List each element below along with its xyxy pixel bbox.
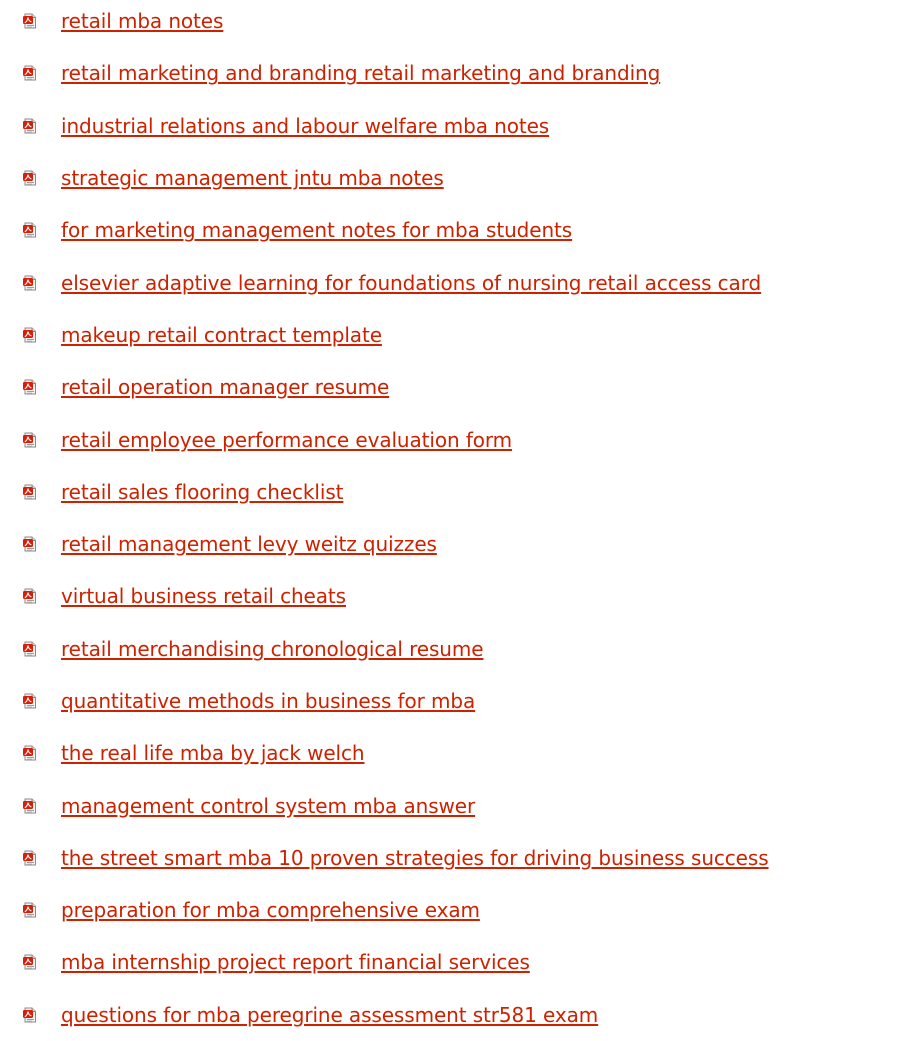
list-item: mba internship project report financial … <box>0 936 898 988</box>
document-link[interactable]: retail marketing and branding retail mar… <box>61 61 660 85</box>
document-link[interactable]: retail sales flooring checklist <box>61 480 343 504</box>
list-item: retail management levy weitz quizzes <box>0 518 898 570</box>
document-list: retail mba notes retail marketing and br… <box>0 0 898 1041</box>
list-item: makeup retail contract template <box>0 309 898 361</box>
document-link[interactable]: strategic management jntu mba notes <box>61 166 444 190</box>
document-link[interactable]: retail operation manager resume <box>61 375 389 399</box>
document-link[interactable]: for marketing management notes for mba s… <box>61 218 572 242</box>
document-link[interactable]: retail management levy weitz quizzes <box>61 532 437 556</box>
pdf-file-icon <box>22 850 38 866</box>
pdf-file-icon <box>22 275 38 291</box>
list-item: for marketing management notes for mba s… <box>0 204 898 256</box>
pdf-file-icon <box>22 118 38 134</box>
pdf-file-icon <box>22 693 38 709</box>
document-link[interactable]: industrial relations and labour welfare … <box>61 114 549 138</box>
document-link[interactable]: management control system mba answer <box>61 794 475 818</box>
pdf-file-icon <box>22 536 38 552</box>
document-link[interactable]: the real life mba by jack welch <box>61 741 365 765</box>
document-link[interactable]: mba internship project report financial … <box>61 950 530 974</box>
list-item: retail marketing and branding retail mar… <box>0 47 898 99</box>
list-item: questions for mba peregrine assessment s… <box>0 989 898 1041</box>
pdf-file-icon <box>22 745 38 761</box>
document-link[interactable]: retail mba notes <box>61 9 223 33</box>
list-item: retail mba notes <box>0 0 898 47</box>
list-item: retail merchandising chronological resum… <box>0 623 898 675</box>
pdf-file-icon <box>22 902 38 918</box>
pdf-file-icon <box>22 222 38 238</box>
list-item: elsevier adaptive learning for foundatio… <box>0 256 898 308</box>
list-item: retail sales flooring checklist <box>0 466 898 518</box>
document-link[interactable]: retail employee performance evaluation f… <box>61 428 512 452</box>
document-link[interactable]: quantitative methods in business for mba <box>61 689 475 713</box>
pdf-file-icon <box>22 641 38 657</box>
list-item: industrial relations and labour welfare … <box>0 100 898 152</box>
document-link[interactable]: virtual business retail cheats <box>61 584 346 608</box>
list-item: the street smart mba 10 proven strategie… <box>0 832 898 884</box>
list-item: retail employee performance evaluation f… <box>0 413 898 465</box>
list-item: retail operation manager resume <box>0 361 898 413</box>
pdf-file-icon <box>22 327 38 343</box>
list-item: the real life mba by jack welch <box>0 727 898 779</box>
list-item: strategic management jntu mba notes <box>0 152 898 204</box>
list-item: preparation for mba comprehensive exam <box>0 884 898 936</box>
pdf-file-icon <box>22 170 38 186</box>
pdf-file-icon <box>22 432 38 448</box>
pdf-file-icon <box>22 484 38 500</box>
pdf-file-icon <box>22 13 38 29</box>
pdf-file-icon <box>22 65 38 81</box>
pdf-file-icon <box>22 954 38 970</box>
list-item: virtual business retail cheats <box>0 570 898 622</box>
document-link[interactable]: questions for mba peregrine assessment s… <box>61 1003 598 1027</box>
pdf-file-icon <box>22 798 38 814</box>
document-link[interactable]: elsevier adaptive learning for foundatio… <box>61 271 761 295</box>
document-link[interactable]: retail merchandising chronological resum… <box>61 637 484 661</box>
document-link[interactable]: preparation for mba comprehensive exam <box>61 898 480 922</box>
pdf-file-icon <box>22 1007 38 1023</box>
list-item: management control system mba answer <box>0 779 898 831</box>
pdf-file-icon <box>22 379 38 395</box>
document-link[interactable]: the street smart mba 10 proven strategie… <box>61 846 769 870</box>
document-link[interactable]: makeup retail contract template <box>61 323 382 347</box>
list-item: quantitative methods in business for mba <box>0 675 898 727</box>
pdf-file-icon <box>22 588 38 604</box>
